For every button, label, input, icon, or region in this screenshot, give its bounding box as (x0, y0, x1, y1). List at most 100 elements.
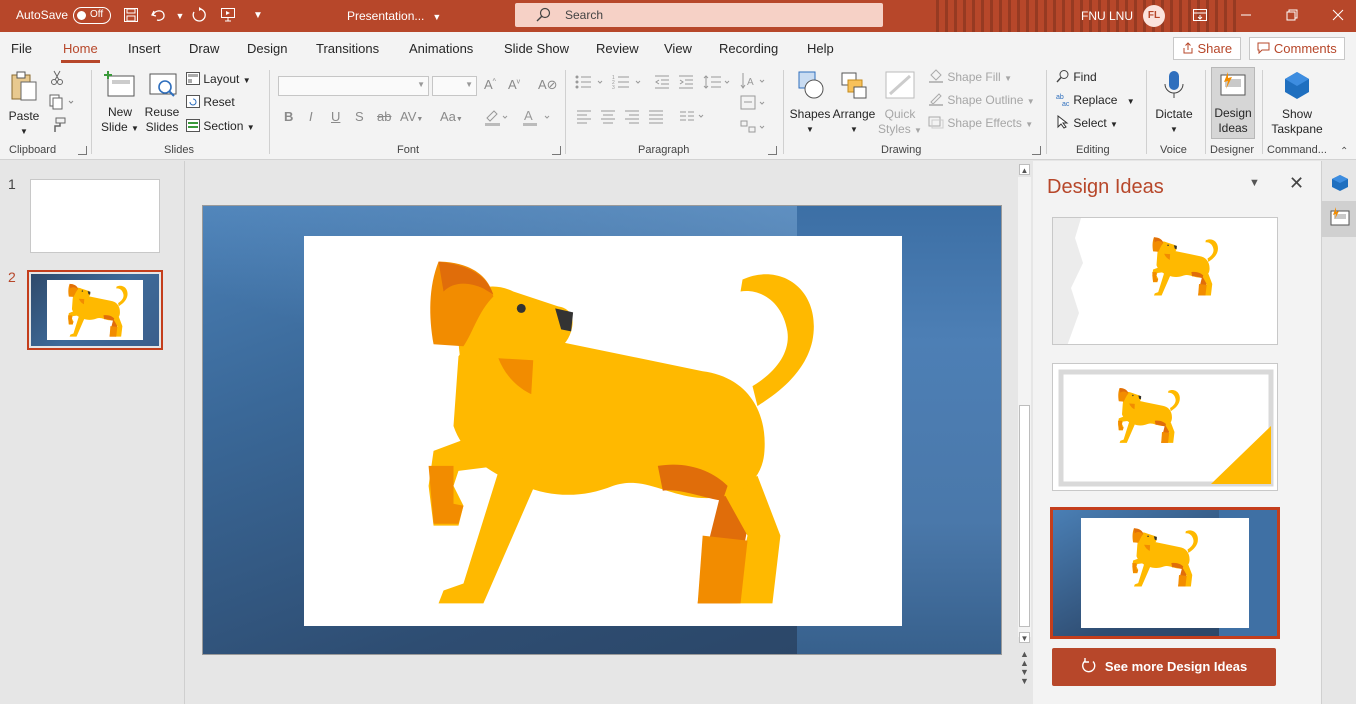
file-name[interactable]: Presentation... ▼ (347, 9, 441, 23)
dog-illustration[interactable] (304, 236, 902, 626)
addin-icon[interactable] (1322, 167, 1356, 199)
reuse-slides-button[interactable]: Reuse Slides (143, 70, 181, 135)
slide[interactable] (202, 205, 1002, 655)
undo-dropdown-icon[interactable]: ▼ (171, 7, 189, 25)
user-name[interactable]: FNU LNU (1081, 9, 1133, 23)
design-ideas-button[interactable]: Design Ideas (1211, 67, 1255, 139)
format-painter-icon[interactable] (50, 117, 66, 135)
change-case-icon[interactable]: Aa▼ (440, 109, 463, 124)
search-box[interactable]: Search (515, 3, 883, 27)
character-spacing-icon[interactable]: AV▼ (400, 109, 423, 124)
shape-effects-button[interactable]: Shape Effects ▼ (928, 114, 1033, 132)
slide-thumbnail-2[interactable] (27, 270, 163, 350)
previous-slide-icon[interactable]: ▲ ▲ (1020, 650, 1029, 668)
decrease-font-icon[interactable]: Av (508, 77, 520, 92)
increase-font-icon[interactable]: A^ (484, 77, 496, 92)
tab-home[interactable]: Home (61, 41, 100, 63)
tab-recording[interactable]: Recording (719, 41, 778, 56)
text-direction-icon[interactable]: A (740, 72, 768, 93)
picture-frame[interactable] (304, 236, 902, 626)
paste-button[interactable]: Paste ▼ (6, 70, 42, 139)
avatar[interactable]: FL (1143, 5, 1165, 27)
save-icon[interactable] (122, 7, 140, 25)
drawing-launcher-icon[interactable] (1032, 146, 1041, 155)
arrange-button[interactable]: Arrange ▼ (832, 70, 876, 137)
reset-button[interactable]: Reset (186, 93, 235, 111)
font-name-dropdown[interactable]: ▼ (278, 76, 429, 96)
columns-icon[interactable] (679, 110, 709, 127)
decrease-indent-icon[interactable] (654, 74, 670, 93)
paragraph-launcher-icon[interactable] (768, 146, 777, 155)
scrollbar-thumb[interactable] (1019, 405, 1030, 627)
tab-review[interactable]: Review (596, 41, 639, 56)
see-more-design-ideas-button[interactable]: See more Design Ideas (1052, 648, 1276, 686)
undo-icon[interactable] (150, 7, 168, 25)
layout-button[interactable]: Layout ▼ (186, 70, 251, 88)
replace-button[interactable]: ab ac Replace ▼ (1056, 91, 1135, 109)
redo-icon[interactable] (190, 7, 208, 25)
dictate-button[interactable]: Dictate ▼ (1152, 70, 1196, 137)
slide-thumbnail-1[interactable] (30, 179, 160, 253)
tab-transitions[interactable]: Transitions (316, 41, 379, 56)
show-taskpane-button[interactable]: Show Taskpane (1268, 70, 1326, 137)
scroll-up-icon[interactable]: ▲ (1019, 164, 1030, 175)
clear-formatting-icon[interactable]: A⊘ (538, 77, 558, 93)
bold-icon[interactable]: B (284, 109, 293, 124)
align-right-icon[interactable] (624, 110, 640, 127)
section-button[interactable]: Section ▼ (186, 117, 255, 135)
comments-button[interactable]: Comments (1249, 37, 1345, 60)
align-center-icon[interactable] (600, 110, 616, 127)
tab-view[interactable]: View (664, 41, 692, 56)
clipboard-launcher-icon[interactable] (78, 146, 87, 155)
numbering-icon[interactable]: 123 (612, 74, 646, 93)
smartart-icon[interactable] (740, 119, 768, 138)
design-ideas-pane-icon[interactable] (1322, 201, 1356, 237)
customize-toolbar-icon[interactable]: ▼ (249, 7, 267, 25)
shape-fill-button[interactable]: Shape Fill ▼ (928, 68, 1012, 86)
ribbon-display-icon[interactable] (1190, 6, 1210, 26)
tab-slide-show[interactable]: Slide Show (504, 41, 569, 56)
underline-icon[interactable]: U (331, 109, 340, 124)
new-slide-button[interactable]: New Slide ▼ (99, 70, 141, 136)
tab-file[interactable]: File (11, 41, 32, 56)
align-text-icon[interactable] (740, 95, 768, 114)
autosave-toggle[interactable]: Off (73, 7, 111, 24)
strikethrough-icon[interactable]: ab (377, 109, 391, 124)
design-idea-3[interactable] (1050, 507, 1280, 639)
select-button[interactable]: Select ▼ (1056, 114, 1118, 132)
italic-icon[interactable]: I (309, 109, 313, 124)
tab-design[interactable]: Design (247, 41, 287, 56)
present-icon[interactable] (219, 7, 237, 25)
close-pane-icon[interactable]: ✕ (1289, 173, 1304, 194)
bullets-icon[interactable] (574, 74, 608, 93)
minimize-icon[interactable] (1236, 6, 1256, 26)
line-spacing-icon[interactable] (703, 74, 733, 93)
increase-indent-icon[interactable] (678, 74, 694, 93)
highlight-icon[interactable] (484, 108, 510, 129)
font-color-icon[interactable]: A (522, 108, 552, 129)
pane-options-icon[interactable]: ▼ (1249, 177, 1260, 189)
tab-draw[interactable]: Draw (189, 41, 219, 56)
tab-animations[interactable]: Animations (409, 41, 473, 56)
quick-styles-button[interactable]: Quick Styles ▼ (878, 70, 922, 138)
tab-insert[interactable]: Insert (128, 41, 161, 56)
shape-outline-button[interactable]: Shape Outline ▼ (928, 91, 1035, 109)
shadow-icon[interactable]: S (355, 109, 364, 124)
font-launcher-icon[interactable] (552, 146, 561, 155)
next-slide-icon[interactable]: ▼ ▼ (1020, 668, 1029, 686)
scroll-down-icon[interactable]: ▼ (1019, 632, 1030, 643)
design-idea-2[interactable] (1052, 363, 1278, 491)
cut-icon[interactable] (50, 70, 64, 88)
align-left-icon[interactable] (576, 110, 592, 127)
tab-help[interactable]: Help (807, 41, 834, 56)
vertical-scrollbar[interactable]: ▲ ▼ ▲ ▲ ▼ ▼ (1016, 161, 1033, 704)
shapes-button[interactable]: Shapes ▼ (789, 70, 831, 137)
find-button[interactable]: Find (1056, 68, 1097, 86)
share-button[interactable]: Share (1173, 37, 1241, 60)
collapse-ribbon-icon[interactable]: ⌃ (1340, 146, 1348, 157)
design-idea-1[interactable] (1052, 217, 1278, 345)
justify-icon[interactable] (648, 110, 664, 127)
restore-icon[interactable] (1282, 6, 1302, 26)
copy-icon[interactable] (49, 94, 75, 112)
font-size-dropdown[interactable]: ▼ (432, 76, 477, 96)
